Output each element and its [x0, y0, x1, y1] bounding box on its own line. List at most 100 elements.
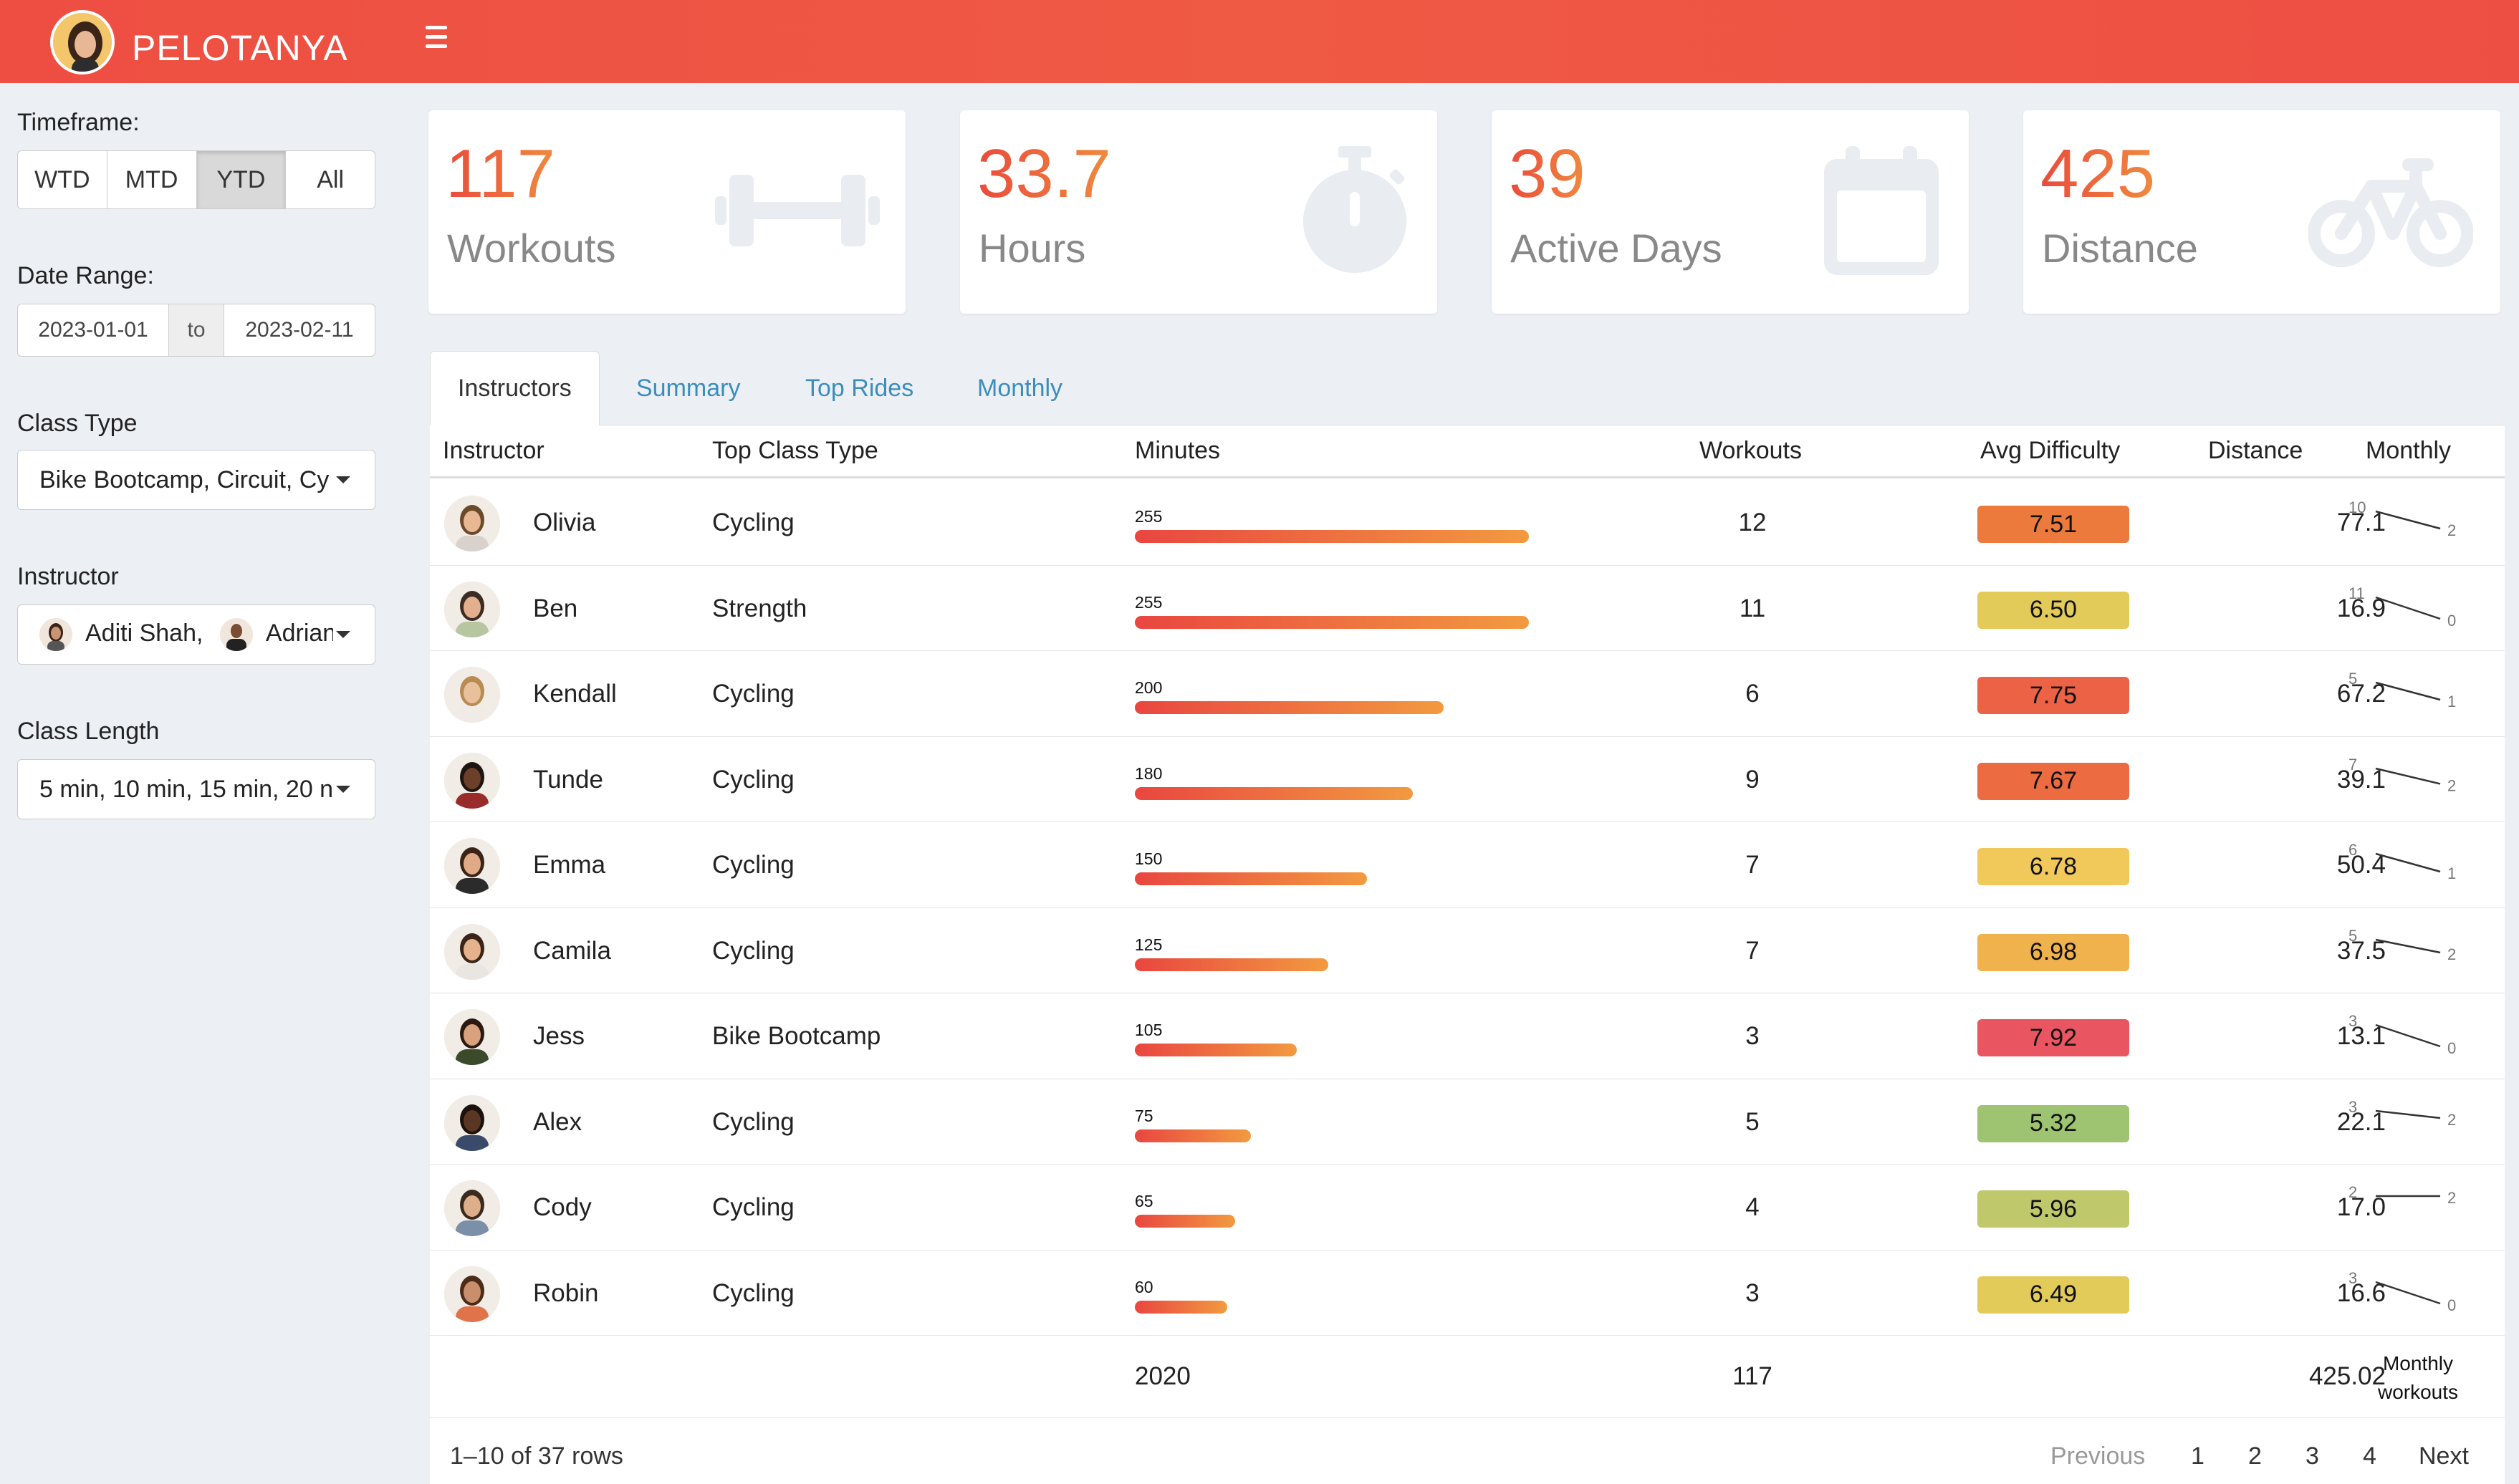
instructor-avatar [219, 618, 253, 651]
bicycle-icon [2308, 153, 2474, 271]
column-header-top-class-type[interactable]: Top Class Type [712, 437, 878, 465]
sparkline-end-label: 0 [2447, 1296, 2456, 1314]
instructor-avatar [444, 581, 500, 637]
column-header-avg-difficulty[interactable]: Avg Difficulty [1980, 437, 2120, 465]
sparkline-line [2375, 510, 2441, 530]
class-type-select[interactable]: Bike Bootcamp, Circuit, Cy [17, 450, 375, 510]
minutes-label: 75 [1135, 1106, 1153, 1125]
timeframe-ytd-button[interactable]: YTD [196, 151, 287, 208]
class-length-select[interactable]: 5 min, 10 min, 15 min, 20 n [17, 759, 375, 819]
column-header-monthly[interactable]: Monthly [2366, 437, 2451, 465]
table-row[interactable]: Jess Bike Bootcamp 105 3 7.92 13.1 3 0 [430, 993, 2505, 1079]
table-row[interactable]: Alex Cycling 75 5 5.32 22.1 3 2 [430, 1079, 2505, 1165]
top-class-type: Cycling [712, 509, 795, 536]
minutes-label: 255 [1135, 592, 1163, 612]
workouts-value: 117 [446, 135, 556, 212]
instructor-value-1: Aditi Shah, [85, 619, 203, 647]
table-row[interactable]: Cody Cycling 65 4 5.96 17.0 2 2 [430, 1165, 2505, 1251]
table-row[interactable]: Emma Cycling 150 7 6.78 50.4 6 1 [430, 822, 2505, 908]
sparkline-end-label: 2 [2447, 1111, 2456, 1129]
minutes-bar [1135, 1215, 1235, 1228]
minutes-label: 125 [1135, 935, 1163, 954]
sparkline-start-label: 10 [2348, 498, 2366, 516]
timeframe-wtd-button[interactable]: WTD [18, 151, 107, 208]
monthly-sparkline: 10 2 [2348, 498, 2456, 539]
timeframe-label: Timeframe: [17, 109, 140, 136]
instructor-value-2: Adrian [265, 619, 333, 647]
minutes-bar [1135, 530, 1529, 543]
sparkline-start-label: 11 [2348, 584, 2365, 602]
instructor-name: Camila [533, 936, 611, 965]
distance-label: Distance [2042, 226, 2198, 271]
minutes-bar [1135, 615, 1529, 629]
tab-instructors[interactable]: Instructors [430, 351, 600, 425]
class-length-label: Class Length [17, 718, 160, 745]
table-row[interactable]: Robin Cycling 60 3 6.49 16.6 3 0 [430, 1251, 2505, 1336]
avg-difficulty-badge: 7.67 [1977, 762, 2129, 800]
pagination-next[interactable]: Next [2419, 1442, 2469, 1470]
instructor-avatar [444, 838, 500, 894]
pagination-page-3[interactable]: 3 [2306, 1442, 2319, 1470]
avg-difficulty-badge: 6.50 [1977, 591, 2129, 629]
sparkline-end-label: 1 [2447, 864, 2456, 882]
sparkline-start-label: 3 [2348, 1012, 2357, 1030]
brand-title[interactable]: PELOTANYA [132, 27, 348, 69]
pagination-page-2[interactable]: 2 [2248, 1442, 2262, 1470]
workouts-count: 3 [1745, 1022, 1760, 1050]
monthly-sparkline: 11 0 [2348, 584, 2456, 630]
table-row[interactable]: Ben Strength 255 11 6.50 16.9 11 0 [430, 566, 2505, 651]
table-row[interactable]: Tunde Cycling 180 9 7.67 39.1 7 2 [430, 737, 2505, 822]
instructor-avatar [39, 618, 72, 651]
column-header-distance[interactable]: Distance [2208, 437, 2303, 465]
avg-difficulty-badge: 5.96 [1977, 1190, 2129, 1228]
active-days-value: 39 [1509, 135, 1585, 212]
instructor-name: Emma [533, 851, 606, 879]
pagination-page-4[interactable]: 4 [2363, 1442, 2376, 1470]
minutes-label: 65 [1135, 1192, 1153, 1210]
workouts-count: 7 [1745, 936, 1760, 965]
minutes-label: 180 [1135, 763, 1163, 783]
table-row[interactable]: Kendall Cycling 200 6 7.75 67.2 5 1 [430, 651, 2505, 737]
tab-top-rides[interactable]: Top Rides [778, 351, 941, 425]
table-header: Instructor Top Class Type Minutes Workou… [430, 425, 2505, 478]
pagination-page-1[interactable]: 1 [2191, 1442, 2204, 1470]
date-end-input[interactable]: 2023-02-11 [224, 304, 375, 356]
instructor-name: Olivia [533, 509, 596, 536]
timeframe-all-button[interactable]: All [286, 151, 375, 208]
instructor-avatar [444, 667, 500, 723]
hours-stat-card: 33.7 Hours [960, 110, 1437, 314]
minutes-label: 105 [1135, 1021, 1163, 1039]
top-class-type: Cycling [712, 936, 795, 965]
calendar-icon [1824, 146, 1939, 279]
instructors-table: Instructor Top Class Type Minutes Workou… [430, 425, 2505, 1484]
sparkline-start-label: 3 [2348, 1098, 2357, 1116]
sparkline-line [2375, 681, 2441, 701]
avg-difficulty-badge: 6.98 [1977, 933, 2129, 971]
top-class-type: Bike Bootcamp [712, 1022, 881, 1050]
sparkline-start-label: 5 [2348, 927, 2357, 945]
instructor-avatar [444, 496, 500, 551]
table-row[interactable]: Camila Cycling 125 7 6.98 37.5 5 2 [430, 908, 2505, 993]
instructor-name: Ben [533, 594, 578, 622]
tab-summary[interactable]: Summary [609, 351, 767, 425]
date-range-label: Date Range: [17, 262, 154, 289]
sparkline-line [2375, 1023, 2441, 1048]
date-start-input[interactable]: 2023-01-01 [18, 304, 168, 356]
table-row[interactable]: Olivia Cycling 255 12 7.51 77.1 10 2 [430, 480, 2505, 566]
column-header-workouts[interactable]: Workouts [1699, 437, 1802, 465]
instructor-name: Tunde [533, 765, 603, 794]
instructor-avatar [444, 1180, 500, 1236]
pagination-previous[interactable]: Previous [2050, 1442, 2145, 1470]
sparkline-start-label: 5 [2348, 670, 2357, 688]
tab-monthly[interactable]: Monthly [950, 351, 1090, 425]
minutes-bar [1135, 786, 1413, 800]
instructor-name: Cody [533, 1193, 592, 1221]
timeframe-mtd-button[interactable]: MTD [107, 151, 197, 208]
top-class-type: Cycling [712, 1193, 795, 1221]
menu-toggle-icon[interactable] [426, 26, 454, 54]
workouts-count: 4 [1745, 1193, 1760, 1221]
instructor-select[interactable]: Aditi Shah, Adrian [17, 604, 375, 665]
instructor-name: Alex [533, 1107, 582, 1136]
column-header-instructor[interactable]: Instructor [443, 437, 544, 465]
column-header-minutes[interactable]: Minutes [1135, 437, 1220, 465]
